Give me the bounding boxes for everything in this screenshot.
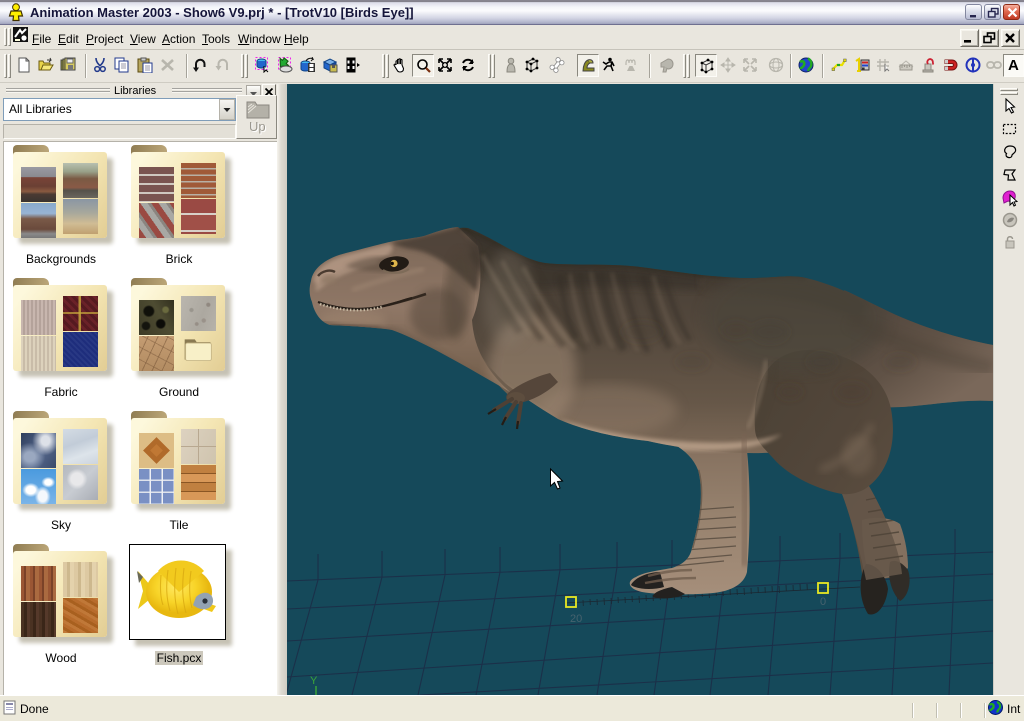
svg-text:Y: Y: [310, 675, 318, 687]
svg-text:0: 0: [820, 596, 826, 608]
svg-text:20: 20: [570, 613, 582, 625]
